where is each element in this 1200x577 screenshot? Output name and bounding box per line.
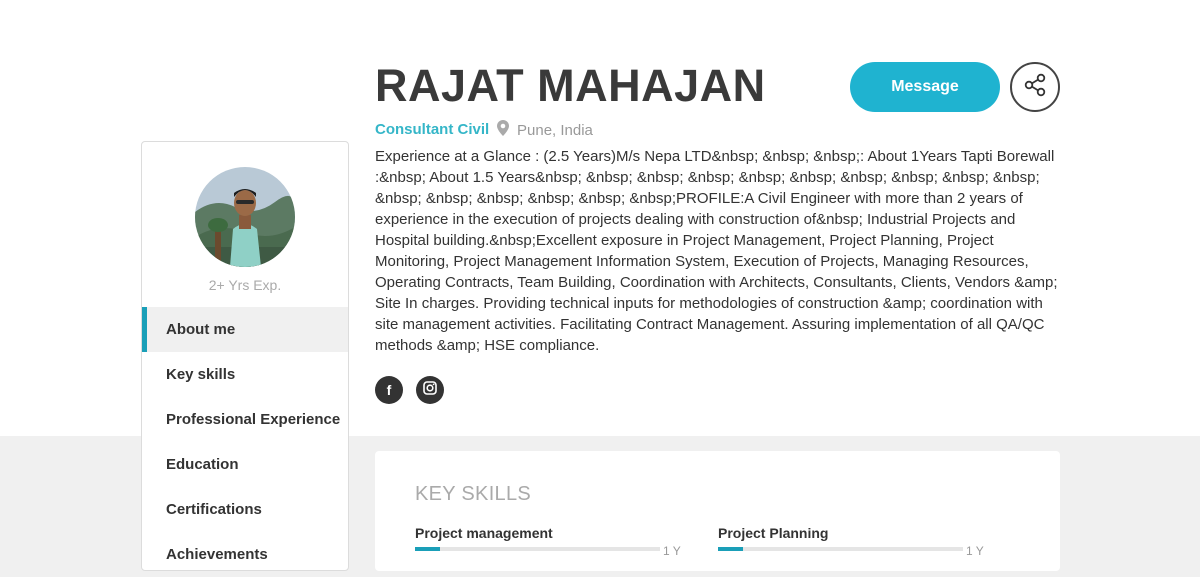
key-skills-title: KEY SKILLS [415,483,532,505]
skill-years: 1 Y [966,544,984,558]
profile-section-nav: About me Key skills Professional Experie… [142,307,348,577]
about-text: Experience at a Glance : (2.5 Years)M/s … [375,148,1058,354]
avatar [195,167,295,267]
skill-years: 1 Y [663,544,681,558]
profile-sidebar-card: 2+ Yrs Exp. About me Key skills Professi… [141,141,349,571]
key-skills-card: KEY SKILLS Project management 1 Y Projec… [375,451,1060,571]
location-text: Pune, India [517,121,593,139]
nav-item-certifications[interactable]: Certifications [142,487,348,532]
skill-label: Project Planning [718,525,829,541]
skill-level-fill [718,547,743,551]
skill-item: Project management 1 Y [415,525,695,558]
nav-item-about-me[interactable]: About me [142,307,348,352]
message-button[interactable]: Message [850,62,1000,112]
skill-level-fill [415,547,440,551]
instagram-icon [423,380,437,400]
nav-item-education[interactable]: Education [142,442,348,487]
skill-level-bar [415,547,660,551]
profile-role: Consultant Civil [375,121,490,138]
experience-years: 2+ Yrs Exp. [208,277,282,293]
skill-level-bar [718,547,963,551]
share-button[interactable] [1010,62,1060,112]
profile-name: RAJAT MAHAJAN [375,60,766,111]
nav-item-professional-experience[interactable]: Professional Experience [142,397,348,442]
skill-item: Project Planning 1 Y [718,525,998,558]
share-icon [1023,73,1047,102]
skill-label: Project management [415,525,553,541]
nav-item-achievements[interactable]: Achievements [142,532,348,577]
facebook-icon: f [386,382,392,398]
nav-item-key-skills[interactable]: Key skills [142,352,348,397]
profile-location: Pune, India [497,120,593,140]
instagram-link[interactable] [416,376,444,404]
location-pin-icon [497,120,509,140]
facebook-link[interactable]: f [375,376,403,404]
